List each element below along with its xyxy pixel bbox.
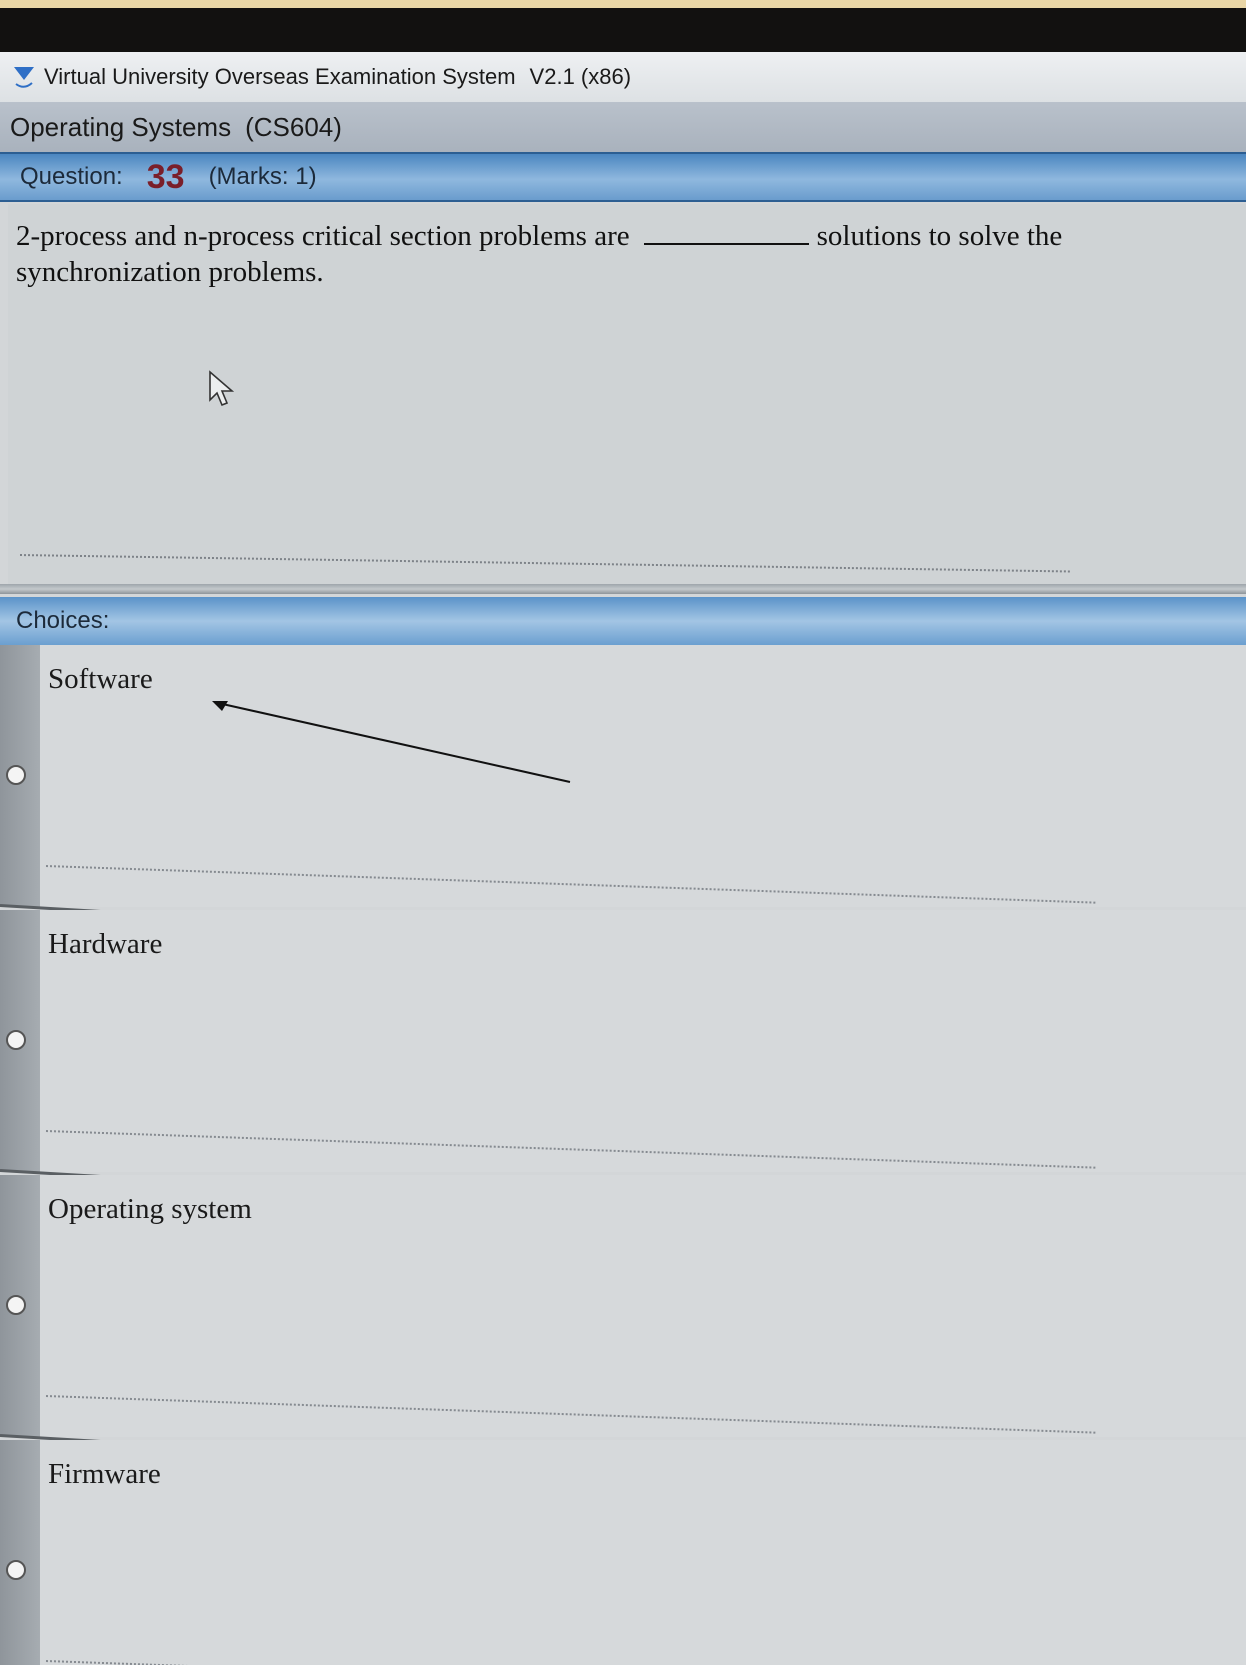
radio-button[interactable] xyxy=(6,1295,26,1315)
question-marks: (Marks: 1) xyxy=(208,163,317,190)
choice-body[interactable]: Hardware xyxy=(40,910,1246,1172)
monitor-bezel xyxy=(0,8,1246,52)
question-text-part-1: 2-process and n-process critical section… xyxy=(16,220,630,252)
choice-option-2[interactable]: Hardware xyxy=(0,910,1246,1247)
choice-label: Hardware xyxy=(48,928,163,960)
window-title: Virtual University Overseas Examination … xyxy=(44,64,516,89)
course-name: Operating Systems xyxy=(10,111,232,142)
radio-button[interactable] xyxy=(6,1030,26,1050)
exam-window: Virtual University Overseas Examination … xyxy=(0,52,1246,1665)
choice-strip xyxy=(0,1440,40,1665)
choice-option-1[interactable]: Software xyxy=(0,645,1246,982)
mouse-cursor-icon xyxy=(209,370,234,407)
choice-body[interactable]: Firmware xyxy=(40,1440,1246,1665)
section-separator xyxy=(0,584,1246,594)
choice-label: Firmware xyxy=(48,1458,161,1490)
question-label: Question: xyxy=(20,163,123,190)
question-divider xyxy=(19,554,1070,573)
radio-button[interactable] xyxy=(6,1560,26,1580)
radio-button[interactable] xyxy=(6,765,26,785)
question-text: 2-process and n-process critical section… xyxy=(16,218,1116,290)
window-titlebar: Virtual University Overseas Examination … xyxy=(0,52,1246,102)
choice-label: Software xyxy=(48,663,153,695)
choices-header: Choices: xyxy=(0,597,1246,645)
answer-blank xyxy=(643,243,809,245)
choice-option-4[interactable]: Firmware xyxy=(0,1440,1246,1665)
choice-option-3[interactable]: Operating system xyxy=(0,1175,1246,1512)
course-header: Operating Systems (CS604) xyxy=(0,102,1246,152)
photo-top-edge xyxy=(0,0,1246,8)
course-code: (CS604) xyxy=(245,111,342,142)
vu-logo-icon xyxy=(12,64,36,90)
window-version: V2.1 (x86) xyxy=(529,64,632,89)
annotation-arrow xyxy=(212,701,571,783)
choice-body[interactable]: Operating system xyxy=(40,1175,1246,1437)
question-header: Question: 33 (Marks: 1) xyxy=(0,152,1246,202)
choice-label: Operating system xyxy=(48,1193,252,1225)
choices-label: Choices: xyxy=(16,607,110,634)
question-area: 2-process and n-process critical section… xyxy=(8,204,1246,584)
question-number: 33 xyxy=(146,157,185,196)
